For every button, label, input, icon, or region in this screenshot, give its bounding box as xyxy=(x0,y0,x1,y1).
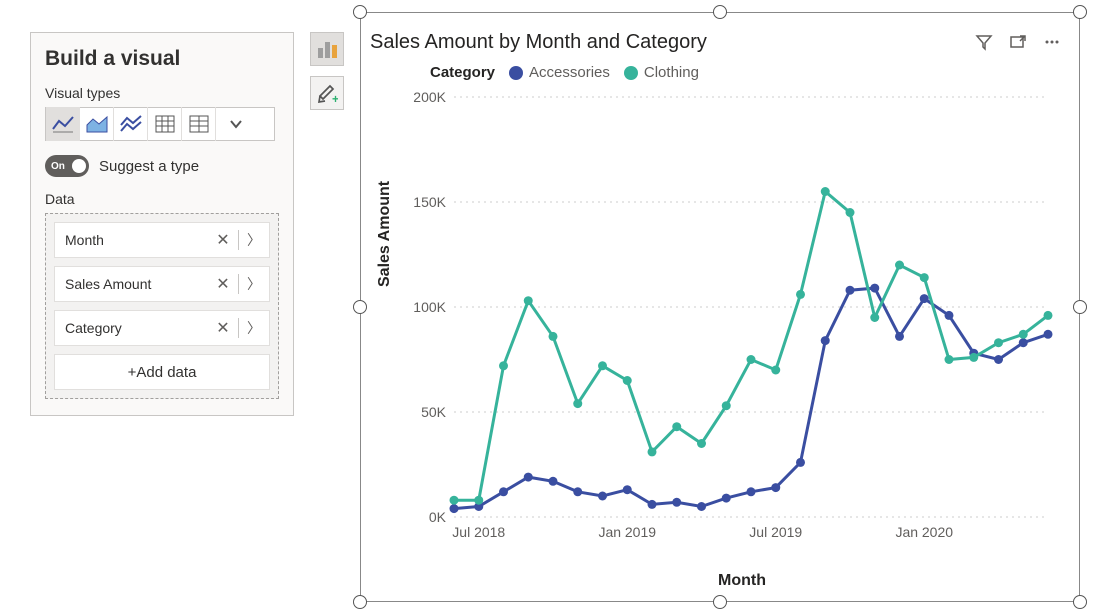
toggle-state-text: On xyxy=(51,161,65,172)
svg-text:0K: 0K xyxy=(429,509,447,525)
field-label: Category xyxy=(65,320,122,336)
svg-text:Jan 2020: Jan 2020 xyxy=(895,524,953,540)
field-menu-chevron-icon[interactable]: 〉 xyxy=(245,318,263,338)
resize-handle-se[interactable] xyxy=(1073,595,1087,609)
data-section-label: Data xyxy=(45,191,279,207)
x-axis-title: Month xyxy=(718,572,766,590)
chart-plot-area: Sales Amount 0K50K100K150K200KJul 2018Ja… xyxy=(398,87,1070,562)
resize-handle-s[interactable] xyxy=(713,595,727,609)
build-visual-panel: Build a visual Visual types xyxy=(30,32,294,416)
field-menu-chevron-icon[interactable]: 〉 xyxy=(245,230,263,250)
legend-swatch xyxy=(509,66,523,80)
remove-field-icon[interactable]: ✕ xyxy=(214,230,232,250)
chart-title: Sales Amount by Month and Category xyxy=(370,31,707,54)
line-chart-icon[interactable] xyxy=(46,107,80,141)
field-pill-sales-amount[interactable]: Sales Amount ✕ 〉 xyxy=(54,266,270,302)
chart-legend: Category Accessories Clothing xyxy=(430,64,1070,81)
resize-handle-nw[interactable] xyxy=(353,5,367,19)
resize-handle-n[interactable] xyxy=(713,5,727,19)
area-chart-icon[interactable] xyxy=(80,107,114,141)
legend-label: Accessories xyxy=(529,64,610,81)
chevron-down-icon xyxy=(229,117,243,131)
legend-label: Clothing xyxy=(644,64,699,81)
suggest-type-toggle[interactable]: On xyxy=(45,155,89,177)
resize-handle-sw[interactable] xyxy=(353,595,367,609)
y-axis-title: Sales Amount xyxy=(376,181,394,287)
toggle-knob xyxy=(72,159,86,173)
svg-text:50K: 50K xyxy=(421,404,447,420)
visual-side-tools: + xyxy=(310,32,344,110)
field-menu-chevron-icon[interactable]: 〉 xyxy=(245,274,263,294)
field-label: Sales Amount xyxy=(65,276,151,292)
suggest-type-label: Suggest a type xyxy=(99,158,199,175)
resize-handle-w[interactable] xyxy=(353,300,367,314)
fields-pane-button[interactable] xyxy=(310,32,344,66)
field-label: Month xyxy=(65,232,104,248)
legend-swatch xyxy=(624,66,638,80)
resize-handle-e[interactable] xyxy=(1073,300,1087,314)
legend-item-clothing[interactable]: Clothing xyxy=(624,64,699,81)
data-fields-well: Month ✕ 〉 Sales Amount ✕ 〉 Category ✕ 〉 xyxy=(45,213,279,399)
filter-icon[interactable] xyxy=(972,30,996,54)
svg-text:+: + xyxy=(332,92,338,104)
field-pill-month[interactable]: Month ✕ 〉 xyxy=(54,222,270,258)
data-bars-icon xyxy=(316,38,338,60)
table-icon[interactable] xyxy=(148,107,182,141)
remove-field-icon[interactable]: ✕ xyxy=(214,318,232,338)
chart-header: Sales Amount by Month and Category xyxy=(370,22,1070,62)
chart-svg: 0K 50K 100K 150K 200K Jul 2018 Jan 2019 Jul 201… xyxy=(398,87,1058,557)
field-pill-category[interactable]: Category ✕ 〉 xyxy=(54,310,270,346)
remove-field-icon[interactable]: ✕ xyxy=(214,274,232,294)
chart-visual[interactable]: Sales Amount by Month and Category Categ… xyxy=(370,22,1070,592)
format-brush-icon: + xyxy=(316,82,338,104)
resize-handle-ne[interactable] xyxy=(1073,5,1087,19)
more-visual-types-dropdown[interactable] xyxy=(216,107,256,141)
svg-text:Jul 2019: Jul 2019 xyxy=(749,524,802,540)
add-data-button[interactable]: +Add data xyxy=(54,354,270,390)
svg-text:200K: 200K xyxy=(413,89,446,105)
visual-types-picker xyxy=(45,107,275,141)
stacked-area-chart-icon[interactable] xyxy=(114,107,148,141)
visual-types-label: Visual types xyxy=(45,85,279,101)
add-data-label: +Add data xyxy=(128,364,197,381)
svg-text:150K: 150K xyxy=(413,194,446,210)
more-options-icon[interactable] xyxy=(1040,30,1064,54)
svg-text:Jan 2019: Jan 2019 xyxy=(598,524,656,540)
matrix-icon[interactable] xyxy=(182,107,216,141)
panel-title: Build a visual xyxy=(45,47,279,71)
svg-text:100K: 100K xyxy=(413,299,446,315)
legend-title: Category xyxy=(430,64,495,81)
focus-mode-icon[interactable] xyxy=(1006,30,1030,54)
svg-text:Jul 2018: Jul 2018 xyxy=(452,524,505,540)
legend-item-accessories[interactable]: Accessories xyxy=(509,64,610,81)
format-pane-button[interactable]: + xyxy=(310,76,344,110)
